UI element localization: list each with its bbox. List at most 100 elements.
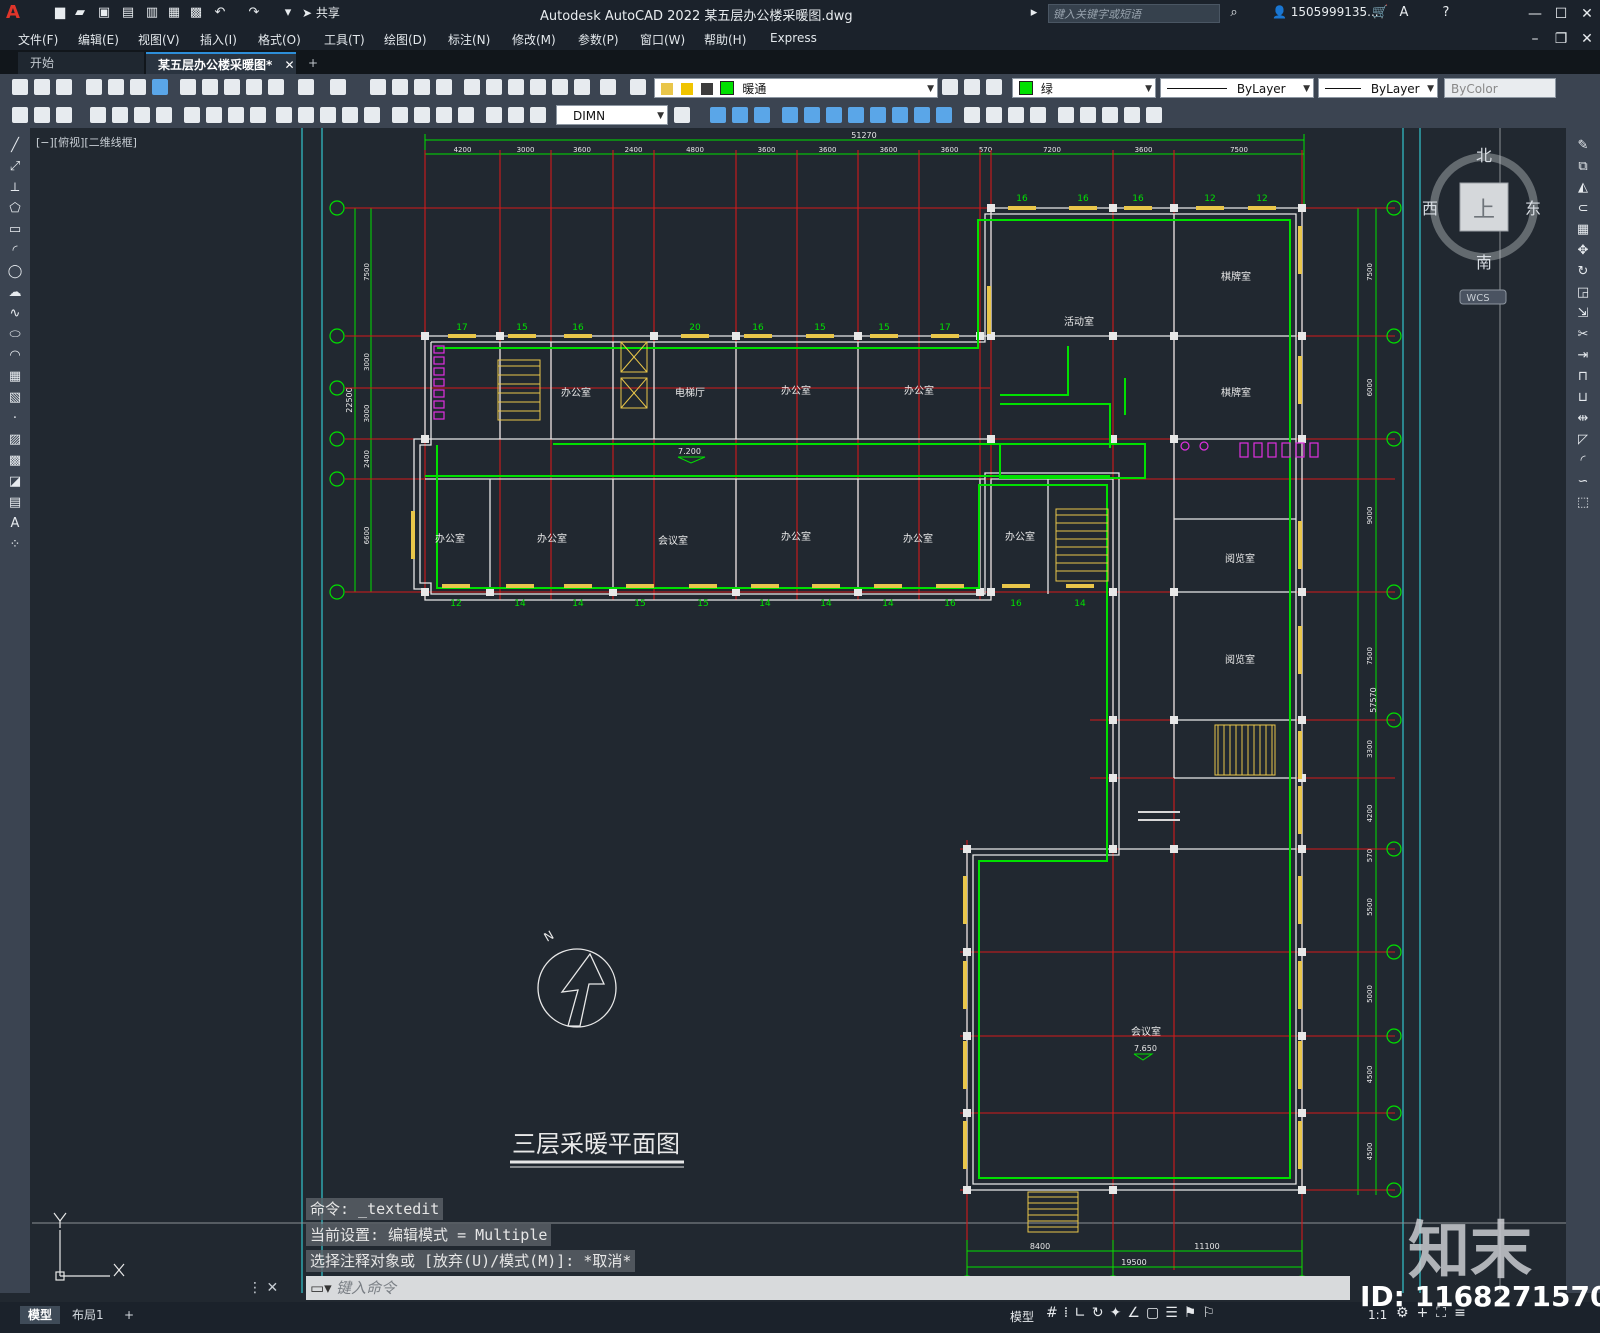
paste-icon[interactable] xyxy=(224,79,240,95)
pdf-attach-icon[interactable] xyxy=(1008,107,1024,123)
diameter-dim-icon[interactable] xyxy=(228,107,244,123)
table-icon[interactable] xyxy=(870,107,886,123)
doc-restore-button[interactable]: ❐ xyxy=(1548,29,1574,49)
redo-icon[interactable]: ↷ xyxy=(246,5,262,21)
snap-icon[interactable]: ⁞ xyxy=(1064,1305,1074,1321)
lineweight-dropdown[interactable]: ByLayer ▼ xyxy=(1318,78,1438,98)
osnap-icon[interactable]: ∠ xyxy=(1127,1305,1146,1321)
polygon-icon[interactable]: ⬠ xyxy=(7,201,23,217)
layer-state-icon[interactable] xyxy=(986,79,1002,95)
viewcube-east[interactable]: 东 xyxy=(1525,199,1541,218)
menu-tools[interactable]: 工具(T) xyxy=(324,31,365,48)
dim-break-icon[interactable] xyxy=(364,107,380,123)
break-icon[interactable]: ⊔ xyxy=(1575,390,1591,406)
publish-icon[interactable] xyxy=(130,79,146,95)
help-icon[interactable]: ? xyxy=(1438,5,1454,21)
close-icon[interactable]: ✕ xyxy=(266,1280,278,1296)
color-dropdown[interactable]: 绿 ▼ xyxy=(1012,78,1156,98)
dim-text-edit-icon[interactable] xyxy=(508,107,524,123)
spline-icon[interactable]: ∿ xyxy=(7,306,23,322)
linear-dim-icon[interactable] xyxy=(90,107,106,123)
lineweight-icon[interactable]: ☰ xyxy=(1165,1305,1184,1321)
menu-modify[interactable]: 修改(M) xyxy=(512,31,556,48)
erase-icon[interactable]: ✎ xyxy=(1575,138,1591,154)
open-file-icon[interactable]: ▰ xyxy=(72,5,88,21)
menu-express[interactable]: Express xyxy=(770,31,817,45)
sheet-set-icon[interactable] xyxy=(530,79,546,95)
quick-dim-icon[interactable] xyxy=(276,107,292,123)
help-search-input[interactable]: 键入关键字或短语 xyxy=(1048,4,1220,23)
dim-style-icon[interactable] xyxy=(56,107,72,123)
chamfer-icon[interactable]: ◸ xyxy=(1575,432,1591,448)
auto-scale-icon[interactable]: ⚐ xyxy=(1202,1305,1221,1321)
mirror-icon[interactable]: ◭ xyxy=(1575,180,1591,196)
dim-override-icon[interactable] xyxy=(674,107,690,123)
search-icon[interactable]: ⌕ xyxy=(1226,5,1242,21)
tab-layout1[interactable]: 布局1 xyxy=(64,1306,112,1324)
point-icon[interactable]: · xyxy=(7,411,23,427)
tab-start[interactable]: 开始 xyxy=(18,52,144,74)
doc-minimize-button[interactable]: – xyxy=(1522,29,1548,49)
wblock-icon[interactable] xyxy=(710,107,726,123)
make-block-icon[interactable]: ▧ xyxy=(7,390,23,406)
ellipse-icon[interactable]: ⬭ xyxy=(7,327,23,343)
baseline-dim-icon[interactable] xyxy=(298,107,314,123)
trim-icon[interactable]: ✂ xyxy=(1575,327,1591,343)
tool-palettes-icon[interactable] xyxy=(508,79,524,95)
inspect-icon[interactable] xyxy=(436,107,452,123)
offset-icon[interactable]: ⊂ xyxy=(1575,201,1591,217)
minimize-button[interactable]: — xyxy=(1522,4,1548,24)
add-selected-icon[interactable] xyxy=(914,107,930,123)
3d-print-icon[interactable] xyxy=(152,79,168,95)
mtext-icon[interactable] xyxy=(892,107,908,123)
qdim-icon[interactable] xyxy=(12,107,28,123)
dim-style-update-icon[interactable] xyxy=(530,107,546,123)
close-button[interactable]: ✕ xyxy=(1574,4,1600,24)
menu-help[interactable]: 帮助(H) xyxy=(704,31,746,48)
menu-parametric[interactable]: 参数(P) xyxy=(578,31,619,48)
ellipse-arc-icon[interactable]: ◠ xyxy=(7,348,23,364)
dim-space-icon[interactable] xyxy=(342,107,358,123)
fillet-icon[interactable]: ◜ xyxy=(1575,453,1591,469)
viewcube-top[interactable]: 上 xyxy=(1473,198,1495,223)
tab-model[interactable]: 模型 xyxy=(20,1306,61,1324)
continue-dim-icon[interactable] xyxy=(320,107,336,123)
ordinate-dim-icon[interactable] xyxy=(156,107,172,123)
zoom-window-icon[interactable] xyxy=(414,79,430,95)
point-icon[interactable] xyxy=(782,107,798,123)
aligned-dim-icon[interactable] xyxy=(112,107,128,123)
new-tab-button[interactable]: + xyxy=(302,52,326,74)
explode-icon[interactable]: ⬚ xyxy=(1575,495,1591,511)
copy-object-icon[interactable]: ⧉ xyxy=(1575,159,1591,175)
dwf-attach-icon[interactable] xyxy=(1030,107,1046,123)
match-properties-icon[interactable] xyxy=(246,79,262,95)
tolerance-icon[interactable] xyxy=(392,107,408,123)
stretch-icon[interactable]: ⇲ xyxy=(1575,306,1591,322)
arc-icon[interactable]: ◜ xyxy=(7,243,23,259)
menu-dimension[interactable]: 标注(N) xyxy=(448,31,490,48)
construction-line-icon[interactable]: ⤢ xyxy=(7,159,23,175)
menu-edit[interactable]: 编辑(E) xyxy=(78,31,119,48)
insert-block-icon[interactable]: ▦ xyxy=(7,369,23,385)
quickcalc-icon[interactable] xyxy=(574,79,590,95)
menu-window[interactable]: 窗口(W) xyxy=(640,31,685,48)
drawing-canvas[interactable]: 4200 3000 3600 2400 4800 3600 3600 3600 3600 570 7… xyxy=(30,128,1566,1293)
region-icon[interactable]: ◪ xyxy=(7,474,23,490)
gradient-icon[interactable]: ▩ xyxy=(7,453,23,469)
dim-update-icon[interactable] xyxy=(34,107,50,123)
polyline-icon[interactable]: ⟂ xyxy=(7,180,23,196)
user-account[interactable]: 👤 1505999135... xyxy=(1272,5,1379,19)
make-block-icon[interactable] xyxy=(754,107,770,123)
cut-icon[interactable] xyxy=(180,79,196,95)
undo-icon[interactable]: ↶ xyxy=(212,5,228,21)
blend-curves-icon[interactable]: ∽ xyxy=(1575,474,1591,490)
add-selected-icon[interactable]: ⁘ xyxy=(7,537,23,553)
revision-cloud-icon[interactable]: ☁ xyxy=(7,285,23,301)
save-icon[interactable] xyxy=(56,79,72,95)
undo-icon[interactable] xyxy=(298,79,314,95)
autodesk-account-icon[interactable]: A xyxy=(1396,5,1412,21)
rectangle-icon[interactable]: ▭ xyxy=(7,222,23,238)
zoom-realtime-icon[interactable] xyxy=(392,79,408,95)
close-tab-icon[interactable]: ✕ xyxy=(284,58,294,72)
save-web-icon[interactable]: ▦ xyxy=(166,5,182,21)
